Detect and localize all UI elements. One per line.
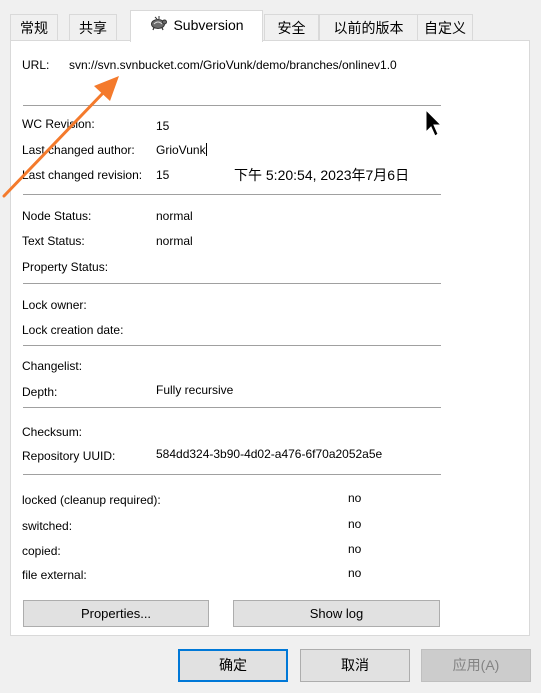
lock-creation-date-label: Lock creation date: bbox=[22, 323, 124, 337]
tortoise-svn-icon bbox=[149, 12, 168, 40]
text-caret bbox=[205, 143, 207, 156]
last-changed-revision-label: Last changed revision: bbox=[22, 168, 143, 182]
show-log-button[interactable]: Show log bbox=[233, 600, 440, 627]
apply-button[interactable]: 应用(A) bbox=[421, 649, 531, 682]
separator bbox=[23, 194, 441, 195]
repository-uuid-value[interactable]: 584dd324-3b90-4d02-a476-6f70a2052a5e bbox=[156, 447, 382, 461]
switched-label: switched: bbox=[22, 519, 73, 533]
copied-label: copied: bbox=[22, 544, 61, 558]
separator bbox=[23, 283, 441, 284]
node-status-value[interactable]: normal bbox=[156, 209, 193, 223]
cancel-button[interactable]: 取消 bbox=[300, 649, 410, 682]
tab-customize[interactable]: 自定义 bbox=[417, 14, 473, 40]
depth-value[interactable]: Fully recursive bbox=[156, 383, 233, 397]
separator bbox=[23, 407, 441, 408]
separator bbox=[23, 474, 441, 475]
properties-button[interactable]: Properties... bbox=[23, 600, 209, 627]
property-status-label: Property Status: bbox=[22, 260, 109, 274]
changelist-label: Changelist: bbox=[22, 359, 83, 373]
separator bbox=[23, 345, 441, 346]
last-changed-author-field[interactable]: GrioVunk bbox=[156, 143, 207, 157]
tab-sharing[interactable]: 共享 bbox=[69, 14, 117, 40]
url-value[interactable]: svn://svn.svnbucket.com/GrioVunk/demo/br… bbox=[69, 58, 397, 72]
depth-label: Depth: bbox=[22, 385, 58, 399]
wc-revision-value[interactable]: 15 bbox=[156, 119, 169, 133]
subversion-properties-panel: URL: svn://svn.svnbucket.com/GrioVunk/de… bbox=[10, 40, 530, 636]
last-changed-author-value: GrioVunk bbox=[156, 143, 206, 157]
wc-revision-label: WC Revision: bbox=[22, 117, 95, 131]
checksum-label: Checksum: bbox=[22, 425, 83, 439]
copied-value: no bbox=[348, 542, 362, 556]
repository-uuid-label: Repository UUID: bbox=[22, 449, 116, 463]
lock-owner-label: Lock owner: bbox=[22, 298, 87, 312]
locked-cleanup-label: locked (cleanup required): bbox=[22, 493, 161, 507]
tab-subversion[interactable]: Subversion bbox=[130, 10, 263, 42]
text-status-value[interactable]: normal bbox=[156, 234, 193, 248]
separator bbox=[23, 105, 441, 106]
file-external-value: no bbox=[348, 566, 362, 580]
tab-previous-versions[interactable]: 以前的版本 bbox=[319, 14, 418, 40]
switched-value: no bbox=[348, 517, 362, 531]
last-changed-revision-value[interactable]: 15 bbox=[156, 168, 169, 182]
node-status-label: Node Status: bbox=[22, 209, 92, 223]
locked-cleanup-value: no bbox=[348, 491, 362, 505]
tab-security[interactable]: 安全 bbox=[264, 14, 319, 40]
tab-subversion-label: Subversion bbox=[173, 17, 244, 33]
text-status-label: Text Status: bbox=[22, 234, 85, 248]
ok-button[interactable]: 确定 bbox=[178, 649, 288, 682]
url-label: URL: bbox=[22, 58, 50, 72]
last-changed-date-value[interactable]: 下午 5:20:54, 2023年7月6日 bbox=[234, 165, 409, 185]
properties-tab-strip: 常规 共享 Subversion 安全 以前的版本 自定义 bbox=[10, 10, 530, 42]
file-external-label: file external: bbox=[22, 568, 87, 582]
tab-general[interactable]: 常规 bbox=[10, 14, 58, 40]
last-changed-author-label: Last changed author: bbox=[22, 143, 135, 157]
